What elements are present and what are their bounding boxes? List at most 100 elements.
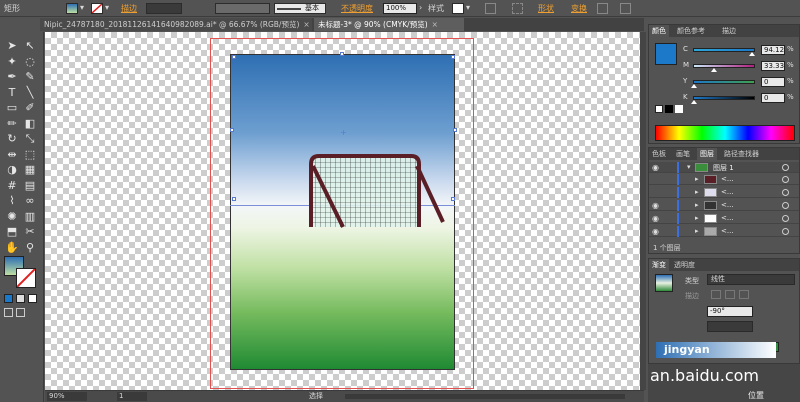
eye-icon[interactable]: ◉ (652, 227, 659, 236)
draw-mode-icon[interactable] (4, 308, 13, 317)
brush-style-dropdown[interactable]: 基本 (274, 3, 326, 14)
recolor-artwork-icon[interactable] (485, 3, 496, 14)
isolate-icon[interactable] (597, 3, 608, 14)
soccer-goal-graphic[interactable] (305, 152, 455, 232)
gradient-type-dropdown[interactable]: 线性 (707, 274, 795, 285)
chevron-down-icon[interactable]: ▾ (687, 163, 691, 171)
slider-thumb-icon[interactable] (691, 84, 697, 88)
zoom-tool-icon[interactable]: ⚲ (22, 240, 38, 256)
opacity-label[interactable]: 不透明度 (341, 3, 373, 14)
tab-pathfinder[interactable]: 路径查找器 (721, 148, 762, 160)
stroke-gradient-icon[interactable] (725, 290, 735, 299)
magic-wand-tool-icon[interactable]: ✦ (4, 54, 20, 70)
selection-handle[interactable] (230, 128, 234, 132)
sublayer-row[interactable]: ▸ <... (649, 187, 799, 198)
selection-handle[interactable] (340, 52, 344, 56)
target-icon[interactable] (782, 164, 789, 171)
stroke-gradient-icon[interactable] (711, 290, 721, 299)
aspect-ratio-field[interactable] (707, 321, 753, 332)
channel-y-value[interactable]: 0 (761, 77, 785, 87)
chevron-right-icon[interactable]: › (419, 3, 422, 12)
target-icon[interactable] (782, 215, 789, 222)
eye-icon[interactable]: ◉ (652, 214, 659, 223)
horizontal-scrollbar[interactable] (345, 394, 625, 399)
artboard-tool-icon[interactable]: ⬒ (4, 224, 20, 240)
channel-k-slider[interactable] (693, 96, 755, 100)
opacity-field[interactable]: 100% (383, 3, 417, 14)
zoom-field[interactable]: 90% (47, 392, 87, 401)
arrange-icon[interactable] (620, 3, 631, 14)
stroke-label[interactable]: 描边 (121, 3, 137, 14)
line-tool-icon[interactable]: ╲ (22, 85, 38, 101)
fill-color-chip[interactable] (655, 43, 677, 65)
none-color-icon[interactable] (655, 105, 663, 113)
chevron-right-icon[interactable]: ▸ (695, 214, 699, 222)
tab-swatches[interactable]: 色板 (649, 148, 669, 160)
stroke-gradient-icon[interactable] (739, 290, 749, 299)
mesh-tool-icon[interactable]: # (4, 178, 20, 194)
tab-transparency[interactable]: 透明度 (671, 259, 698, 271)
slider-thumb-icon[interactable] (711, 68, 718, 72)
channel-y-slider[interactable] (693, 80, 755, 84)
white-color-icon[interactable] (675, 105, 683, 113)
rotate-tool-icon[interactable]: ↻ (4, 131, 20, 147)
channel-c-value[interactable]: 94.12 (761, 45, 785, 55)
chevron-down-icon[interactable]: ▾ (80, 3, 84, 12)
pen-tool-icon[interactable]: ✒ (4, 69, 20, 85)
selection-handle[interactable] (232, 197, 236, 201)
close-icon[interactable]: × (432, 20, 438, 29)
channel-m-slider[interactable] (693, 64, 755, 68)
channel-c-slider[interactable] (693, 48, 755, 52)
pencil-tool-icon[interactable]: ✏ (4, 116, 20, 132)
gradient-tool-icon[interactable]: ▤ (22, 178, 38, 194)
vertical-scrollbar[interactable] (640, 32, 646, 390)
gradient-preview[interactable] (655, 274, 673, 292)
stroke-color-box[interactable] (16, 268, 36, 288)
selection-handle[interactable] (451, 55, 455, 59)
close-icon[interactable]: × (303, 20, 309, 29)
free-transform-tool-icon[interactable]: ⬚ (22, 147, 38, 163)
gradient-angle-field[interactable]: -90° (707, 306, 753, 317)
rectangle-tool-icon[interactable]: ▭ (4, 100, 20, 116)
target-icon[interactable] (782, 202, 789, 209)
target-icon[interactable] (782, 189, 789, 196)
eyedropper-tool-icon[interactable]: ⌇ (4, 193, 20, 209)
color-spectrum-bar[interactable] (655, 125, 795, 141)
slider-thumb-icon[interactable] (749, 52, 756, 56)
perspective-tool-icon[interactable]: ▦ (22, 162, 38, 178)
tab-layers[interactable]: 图层 (697, 148, 717, 160)
chevron-right-icon[interactable]: ▸ (695, 201, 699, 209)
fill-swatch[interactable] (66, 3, 78, 14)
tab-color[interactable]: 颜色 (649, 25, 669, 37)
shape-builder-tool-icon[interactable]: ◑ (4, 162, 20, 178)
eye-icon[interactable]: ◉ (652, 201, 659, 210)
scale-tool-icon[interactable]: ⤡ (22, 131, 38, 147)
eye-icon[interactable]: ◉ (652, 163, 659, 172)
blend-tool-icon[interactable]: ∞ (22, 193, 38, 209)
eraser-tool-icon[interactable]: ◧ (22, 116, 38, 132)
curvature-tool-icon[interactable]: ✎ (22, 69, 38, 85)
width-tool-icon[interactable]: ⇹ (4, 147, 20, 163)
target-icon[interactable] (782, 176, 789, 183)
symbol-sprayer-tool-icon[interactable]: ✺ (4, 209, 20, 225)
chevron-down-icon[interactable]: ▾ (105, 3, 109, 12)
none-mode-icon[interactable] (28, 294, 37, 303)
direct-selection-tool-icon[interactable]: ↖ (22, 38, 38, 54)
chevron-right-icon[interactable]: ▸ (695, 175, 699, 183)
column-graph-tool-icon[interactable]: ▥ (22, 209, 38, 225)
document-canvas[interactable]: + (45, 32, 644, 390)
lasso-tool-icon[interactable]: ◌ (22, 54, 38, 70)
selection-handle[interactable] (232, 55, 236, 59)
type-tool-icon[interactable]: T (4, 85, 20, 101)
sublayer-row[interactable]: ▸ <... (649, 174, 799, 185)
variable-width-dropdown[interactable] (215, 3, 270, 14)
graphic-style-swatch[interactable] (452, 3, 464, 14)
layer-row-main[interactable]: ◉ ▾ 图层 1 (649, 162, 799, 173)
paintbrush-tool-icon[interactable]: ✐ (22, 100, 38, 116)
channel-k-value[interactable]: 0 (761, 93, 785, 103)
target-icon[interactable] (782, 228, 789, 235)
black-color-icon[interactable] (665, 105, 673, 113)
align-icon[interactable] (512, 3, 523, 14)
tab-untitled-3[interactable]: 未标题-3* @ 90% (CMYK/预览) × (314, 18, 464, 31)
sublayer-row[interactable]: ◉ ▸ <... (649, 213, 799, 224)
